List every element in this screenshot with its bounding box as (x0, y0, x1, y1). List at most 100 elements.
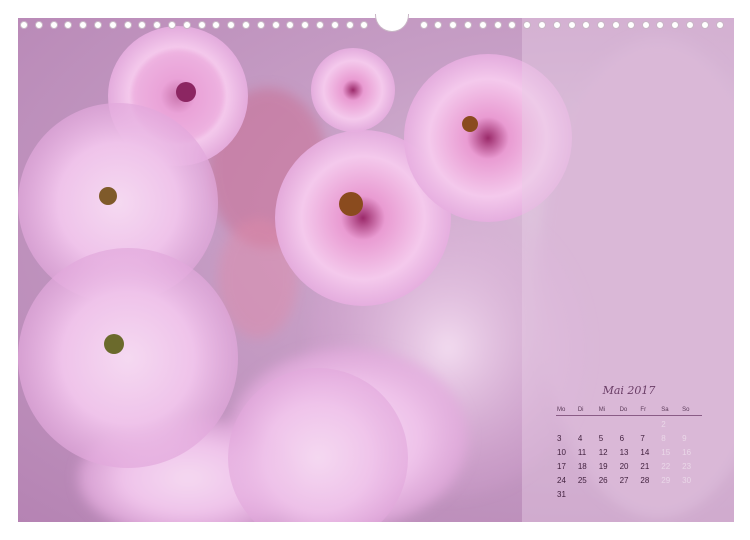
day-cell: 3 (557, 434, 562, 443)
calendar-page: Mai 2017 Mo Di Mi Do Fr Sa So 2 3 4 5 6 7 8 9 10… (0, 0, 750, 540)
binding-hole (700, 21, 709, 29)
hanger-cutout (375, 14, 409, 32)
weekday-label: Mi (598, 407, 606, 413)
binding-hole (242, 21, 250, 29)
day-cell: 15 (661, 448, 671, 457)
binding-hole (538, 21, 546, 29)
day-cell: 7 (640, 434, 645, 443)
day-cell: 12 (598, 448, 608, 457)
day-cell: 14 (640, 448, 650, 457)
day-cell: 21 (640, 462, 650, 471)
weekday-header: Mo Di Mi Do Fr Sa So (556, 407, 702, 416)
empty-cell (577, 489, 598, 500)
day-cell: 19 (598, 462, 608, 471)
day-cell: 28 (640, 476, 650, 485)
day-cell: 17 (557, 462, 566, 471)
binding-hole (330, 21, 339, 29)
day-cell: 10 (557, 448, 566, 457)
binding-hole (94, 21, 102, 29)
empty-cell (660, 489, 681, 500)
binding-hole (79, 21, 88, 29)
binding-hole (108, 21, 117, 29)
day-cell: 25 (577, 476, 587, 485)
day-grid: 2 3 4 5 6 7 8 9 10 11 12 13 14 15 16 17 18 19 20 21 22 23 24 25… (556, 419, 702, 500)
empty-cell (619, 489, 640, 500)
flower-left-bottom (18, 248, 238, 468)
empty-cell (577, 419, 598, 430)
day-cell: 8 (661, 434, 666, 443)
binding-hole (271, 21, 280, 29)
binding-hole (686, 21, 694, 29)
empty-cell (619, 419, 640, 430)
binding-hole (449, 21, 458, 29)
binding-hole (508, 21, 517, 29)
binding-hole (552, 21, 561, 29)
empty-cell (639, 489, 660, 500)
binding-hole (197, 21, 206, 29)
day-cell: 27 (619, 476, 629, 485)
binding-hole (493, 21, 502, 29)
weekday-label: Fr (640, 407, 647, 413)
weekday-label: Mo (557, 407, 566, 413)
binding-hole (64, 21, 73, 29)
binding-hole (49, 21, 58, 29)
binding-hole (612, 21, 620, 29)
binding-hole (138, 21, 147, 29)
binding-hole (34, 21, 43, 29)
binding-hole (597, 21, 606, 29)
binding-hole (478, 21, 487, 29)
day-cell: 26 (598, 476, 608, 485)
binding-hole (567, 21, 576, 29)
binding-hole (582, 21, 591, 29)
binding-hole (345, 21, 354, 29)
day-cell: 31 (557, 490, 566, 499)
day-cell: 9 (682, 434, 687, 443)
binding-hole (168, 21, 176, 29)
flower-bud (311, 48, 395, 132)
day-cell: 5 (598, 434, 604, 443)
binding-hole (360, 21, 369, 29)
binding-hole (20, 21, 28, 29)
binding-hole (671, 21, 680, 29)
day-cell: 11 (577, 448, 587, 457)
weekday-label: So (682, 407, 690, 413)
binding-hole (123, 21, 132, 29)
day-cell: 24 (557, 476, 566, 485)
binding-hole (626, 21, 635, 29)
empty-cell (598, 419, 619, 430)
day-cell: 22 (661, 462, 671, 471)
spiral-binding (18, 14, 734, 32)
binding-hole (419, 21, 428, 29)
binding-hole (301, 21, 310, 29)
binding-hole (641, 21, 650, 29)
day-cell: 23 (682, 462, 692, 471)
day-cell: 2 (661, 420, 666, 429)
day-cell: 29 (661, 476, 671, 485)
binding-hole (286, 21, 295, 29)
binding-hole (316, 21, 324, 29)
day-cell: 18 (577, 462, 587, 471)
empty-cell (681, 419, 702, 430)
weekday-label: Do (619, 407, 628, 413)
month-title: Mai 2017 (602, 384, 656, 397)
empty-cell (681, 489, 702, 500)
day-cell: 13 (619, 448, 629, 457)
weekday-label: Sa (661, 407, 669, 413)
day-cell: 16 (682, 448, 692, 457)
binding-hole (434, 21, 443, 29)
day-cell: 6 (619, 434, 625, 443)
binding-hole (153, 21, 162, 29)
binding-hole (182, 21, 191, 29)
empty-cell (598, 489, 619, 500)
binding-hole (656, 21, 665, 29)
binding-hole (227, 21, 236, 29)
day-cell: 4 (577, 434, 583, 443)
day-cell: 30 (682, 476, 692, 485)
month-calendar: Mai 2017 Mo Di Mi Do Fr Sa So 2 3 4 5 6 7 8 9 10… (556, 384, 702, 500)
empty-cell (556, 419, 577, 430)
binding-hole (523, 21, 532, 29)
weekday-label: Di (577, 407, 584, 413)
binding-hole (212, 21, 221, 29)
binding-hole (715, 21, 724, 29)
empty-cell (639, 419, 660, 430)
